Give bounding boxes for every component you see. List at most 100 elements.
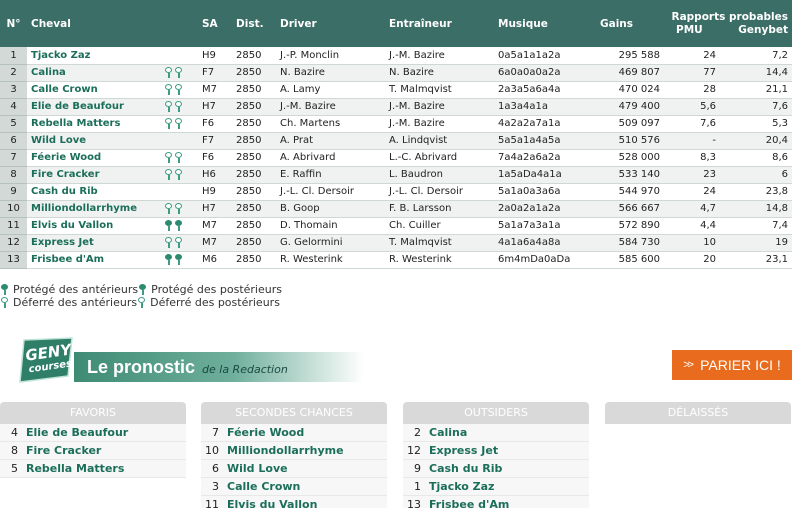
row-num: 11: [0, 217, 27, 235]
horse-name-link[interactable]: Elie de Beaufour: [27, 98, 164, 116]
list-item[interactable]: 6 Wild Love: [201, 460, 387, 478]
list-item[interactable]: 3 Calle Crown: [201, 478, 387, 496]
pmu-odds-cell: 5,6: [664, 98, 720, 116]
genybet-odds-cell: 20,4: [720, 132, 792, 150]
horse-name-link[interactable]: Tjacko Zaz: [27, 47, 164, 65]
unshod-shoe-icon: [174, 236, 183, 248]
list-item[interactable]: 5 Rebella Matters: [0, 460, 186, 478]
horse-name-link[interactable]: Calina: [27, 64, 164, 82]
pick-horse-link[interactable]: Milliondollarrhyme: [227, 444, 344, 457]
bet-button[interactable]: >> PARIER ICI !: [672, 350, 792, 380]
category-header: OUTSIDERS: [403, 402, 589, 424]
runners-body: 1 Tjacko Zaz H9 2850 J.-P. Monclin J.-M. Bazi…: [0, 47, 792, 269]
table-row[interactable]: 5 Rebella Matters F6 2850 Ch. Martens J.-M. B…: [0, 115, 792, 133]
horse-name-link[interactable]: Frisbee d'Am: [27, 251, 164, 269]
horse-name-link[interactable]: Elvis du Vallon: [27, 217, 164, 235]
table-row[interactable]: 7 Féerie Wood F6 2850 A. Abrivard L.-C. Abriv…: [0, 149, 792, 167]
driver-cell: A. Lamy: [276, 81, 385, 99]
unshod-shoe-icon: [164, 151, 173, 163]
pick-number: 2: [414, 426, 421, 439]
pick-horse-link[interactable]: Rebella Matters: [26, 462, 124, 475]
unshod-shoe-icon: [164, 117, 173, 129]
gains-cell: 585 600: [596, 251, 664, 269]
list-item[interactable]: 8 Fire Cracker: [0, 442, 186, 460]
col-header-trainer[interactable]: Entraîneur: [385, 0, 494, 47]
list-item[interactable]: 10 Milliondollarrhyme: [201, 442, 387, 460]
shoe-cell: [164, 132, 198, 150]
pick-horse-link[interactable]: Frisbee d'Am: [429, 498, 509, 508]
pick-horse-link[interactable]: Wild Love: [227, 462, 288, 475]
horse-name-link[interactable]: Féerie Wood: [27, 149, 164, 167]
col-header-driver[interactable]: Driver: [276, 0, 385, 47]
pick-horse-link[interactable]: Cash du Rib: [429, 462, 502, 475]
sa-cell: M7: [198, 234, 232, 252]
table-row[interactable]: 1 Tjacko Zaz H9 2850 J.-P. Monclin J.-M. Bazi…: [0, 47, 792, 65]
pmu-odds-cell: 8,3: [664, 149, 720, 167]
col-header-sa[interactable]: SA: [198, 0, 232, 47]
list-item[interactable]: 11 Elvis du Vallon: [201, 496, 387, 508]
table-row[interactable]: 8 Fire Cracker H6 2850 E. Raffin L. Baudron 1a…: [0, 166, 792, 184]
rear-protected-icon: [138, 284, 147, 295]
pmu-odds-cell: 23: [664, 166, 720, 184]
table-row[interactable]: 11 Elvis du Vallon M7 2850 D. Thomain Ch. Cui…: [0, 217, 792, 235]
col-header-rapports: Rapports probables PMU Genybet: [664, 0, 792, 47]
pick-horse-link[interactable]: Elvis du Vallon: [227, 498, 317, 508]
list-item[interactable]: 9 Cash du Rib: [403, 460, 589, 478]
driver-cell: E. Raffin: [276, 166, 385, 184]
list-item[interactable]: 4 Elie de Beaufour: [0, 424, 186, 442]
horse-name-link[interactable]: Milliondollarrhyme: [27, 200, 164, 218]
pick-horse-link[interactable]: Fire Cracker: [26, 444, 101, 457]
pick-horse-link[interactable]: Féerie Wood: [227, 426, 304, 439]
list-item[interactable]: 1 Tjacko Zaz: [403, 478, 589, 496]
music-cell: 1a3a4a1a: [494, 98, 596, 116]
list-item[interactable]: 2 Calina: [403, 424, 589, 442]
col-header-num[interactable]: N°: [0, 0, 27, 47]
music-cell: 5a1a0a3a6a: [494, 183, 596, 201]
col-header-gains[interactable]: Gains: [596, 0, 664, 47]
sa-cell: M7: [198, 217, 232, 235]
table-row[interactable]: 10 Milliondollarrhyme H7 2850 B. Goop F. B. L…: [0, 200, 792, 218]
rear-unshod-icon: [137, 297, 146, 308]
list-item[interactable]: 7 Féerie Wood: [201, 424, 387, 442]
table-row[interactable]: 6 Wild Love F7 2850 A. Prat A. Lindqvist 5a5a1…: [0, 132, 792, 150]
pick-horse-link[interactable]: Calina: [429, 426, 467, 439]
col-header-genybet[interactable]: Genybet: [738, 24, 788, 37]
col-header-horse[interactable]: Cheval: [27, 0, 164, 47]
horse-name-link[interactable]: Rebella Matters: [27, 115, 164, 133]
dist-cell: 2850: [232, 251, 276, 269]
col-header-music[interactable]: Musique: [494, 0, 596, 47]
pick-horse-link[interactable]: Calle Crown: [227, 480, 300, 493]
legend-item-1: Protégé des antérieurs: [13, 283, 139, 296]
shoe-cell: [164, 251, 198, 269]
table-row[interactable]: 13 Frisbee d'Am M6 2850 R. Westerink R. Weste…: [0, 251, 792, 269]
col-header-pmu[interactable]: PMU: [668, 24, 703, 37]
horse-name-link[interactable]: Cash du Rib: [27, 183, 164, 201]
horse-name-link[interactable]: Calle Crown: [27, 81, 164, 99]
list-item[interactable]: 13 Frisbee d'Am: [403, 496, 589, 508]
pick-horse-link[interactable]: Elie de Beaufour: [26, 426, 128, 439]
pick-number: 5: [11, 462, 18, 475]
list-item[interactable]: 12 Express Jet: [403, 442, 589, 460]
horse-name-link[interactable]: Fire Cracker: [27, 166, 164, 184]
table-row[interactable]: 3 Calle Crown M7 2850 A. Lamy T. Malmqvist 2a3…: [0, 81, 792, 99]
table-row[interactable]: 9 Cash du Rib H9 2850 J.-L. Cl. Dersoir J.-L.…: [0, 183, 792, 201]
table-row[interactable]: 4 Elie de Beaufour H7 2850 J.-M. Bazire J.-M.…: [0, 98, 792, 116]
pick-horse-link[interactable]: Express Jet: [429, 444, 498, 457]
sa-cell: F7: [198, 132, 232, 150]
rapports-title: Rapports probables: [671, 10, 789, 23]
horse-name-link[interactable]: Express Jet: [27, 234, 164, 252]
category-favoris: FAVORIS 4 Elie de Beaufour 8 Fire Cracker 5 R…: [0, 402, 186, 478]
col-header-dist[interactable]: Dist.: [232, 0, 276, 47]
row-num: 10: [0, 200, 27, 218]
trainer-cell: L.-C. Abrivard: [385, 149, 494, 167]
pick-horse-link[interactable]: Tjacko Zaz: [429, 480, 494, 493]
pronostic-banner: Le pronostic de la Redaction: [74, 352, 364, 382]
table-row[interactable]: 12 Express Jet M7 2850 G. Gelormini T. Malmqv…: [0, 234, 792, 252]
genybet-odds-cell: 7,4: [720, 217, 792, 235]
shoe-cell: [164, 234, 198, 252]
table-row[interactable]: 2 Calina F7 2850 N. Bazire N. Bazire 6a0a0a0a2…: [0, 64, 792, 82]
pick-number: 6: [212, 462, 219, 475]
horse-name-link[interactable]: Wild Love: [27, 132, 164, 150]
category-secondes-chances: SECONDES CHANCES 7 Féerie Wood 10 Milliondo…: [201, 402, 387, 508]
unshod-shoe-icon: [164, 168, 173, 180]
